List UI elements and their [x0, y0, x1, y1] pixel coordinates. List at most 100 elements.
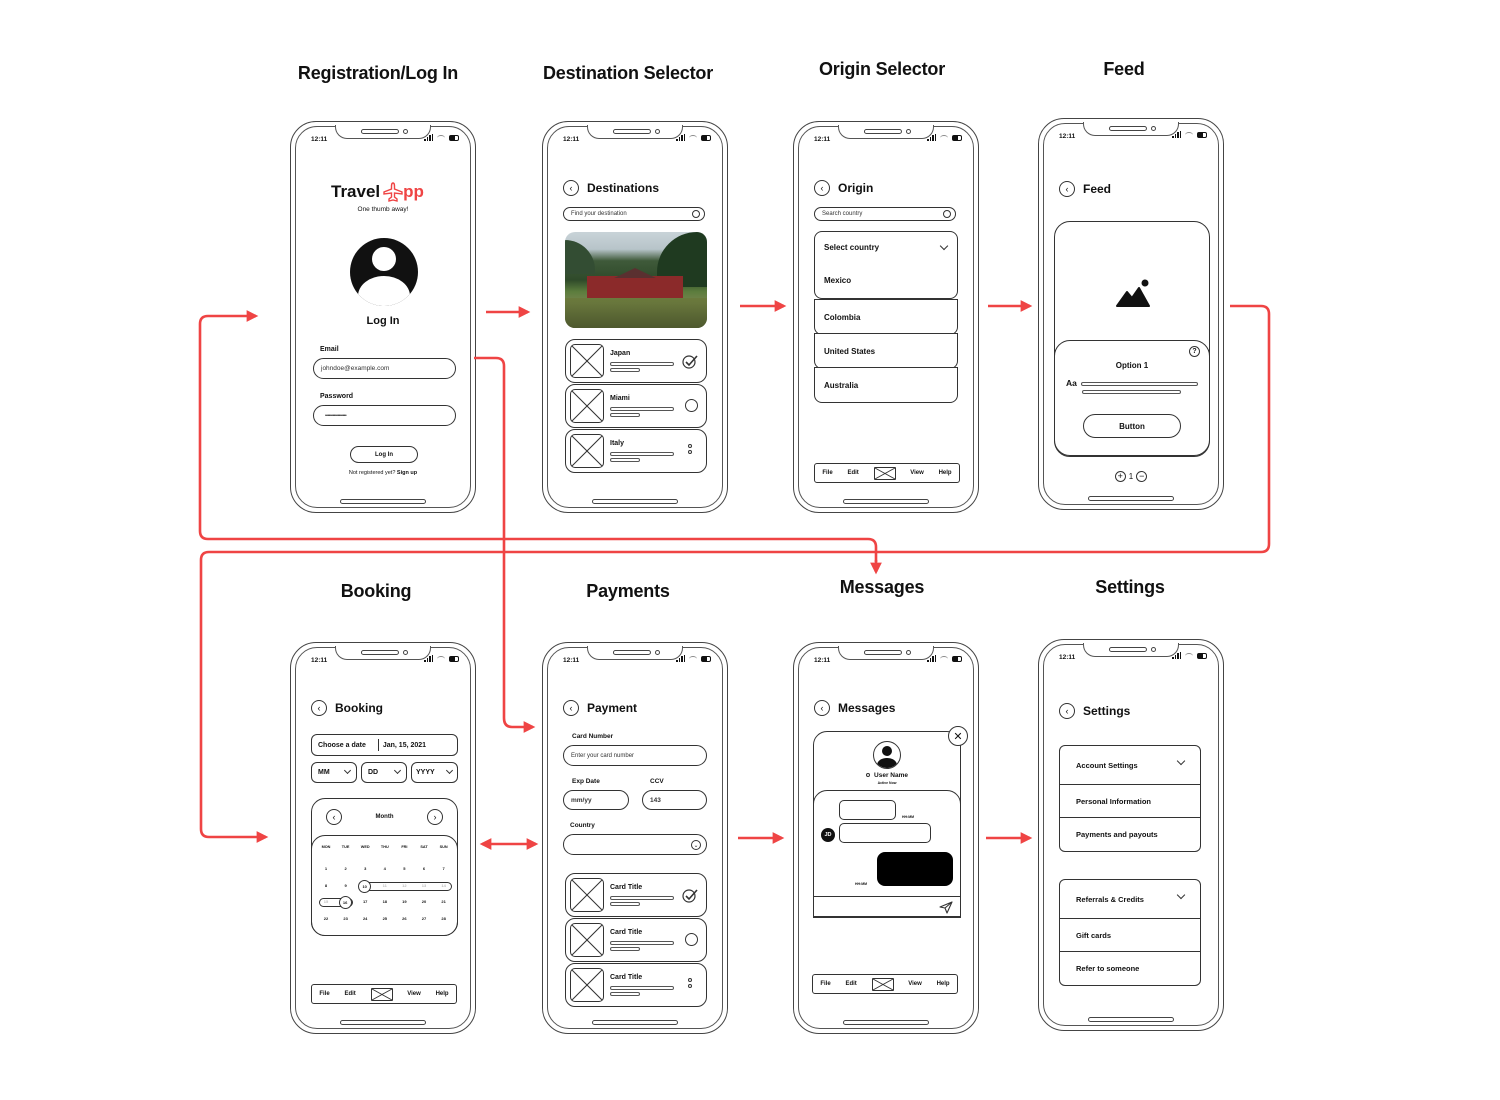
calendar-day[interactable]: 24: [358, 916, 372, 921]
calendar-day[interactable]: 4: [378, 866, 392, 871]
calendar-day[interactable]: 3: [358, 866, 372, 871]
settings-item[interactable]: Payments and payouts: [1060, 818, 1200, 851]
country-select[interactable]: ⌄: [563, 834, 707, 855]
calendar-day[interactable]: 1: [319, 866, 333, 871]
country-option[interactable]: Mexico: [824, 276, 851, 285]
calendar-day[interactable]: 6: [417, 866, 431, 871]
back-button[interactable]: ‹: [311, 700, 327, 716]
month-select[interactable]: MM: [311, 762, 357, 783]
menu-file[interactable]: File: [822, 470, 832, 476]
list-item[interactable]: Card Title: [565, 873, 707, 917]
calendar-day[interactable]: 5: [397, 866, 411, 871]
calendar-day[interactable]: 20: [417, 899, 431, 904]
decrement-icon[interactable]: −: [1136, 471, 1148, 482]
settings-group-header[interactable]: Referrals & Credits: [1060, 880, 1200, 919]
settings-item[interactable]: Personal Information: [1060, 785, 1200, 818]
year-select[interactable]: YYYY: [411, 762, 458, 783]
settings-item[interactable]: Refer to someone: [1060, 952, 1200, 985]
day-select[interactable]: DD: [361, 762, 407, 783]
select-country-dropdown[interactable]: Select country Mexico: [814, 231, 958, 299]
calendar-day[interactable]: 27: [417, 916, 431, 921]
menu-view[interactable]: View: [407, 991, 421, 997]
email-field[interactable]: johndoe@example.com: [313, 358, 456, 379]
country-option[interactable]: Colombia: [814, 299, 958, 335]
search-icon[interactable]: [692, 210, 700, 218]
destination-search-input[interactable]: Find your destination: [563, 207, 705, 221]
list-item[interactable]: Card Title: [565, 918, 707, 962]
back-button[interactable]: ‹: [563, 180, 579, 196]
list-item[interactable]: Italy: [565, 429, 707, 473]
more-options-icon[interactable]: [688, 978, 692, 988]
feed-card-panel: ? Option 1 Aa Button: [1054, 340, 1210, 456]
feed-action-button[interactable]: Button: [1083, 414, 1181, 438]
next-month-button[interactable]: ›: [427, 809, 443, 825]
day-select-value: DD: [368, 769, 379, 776]
calendar-day[interactable]: 21: [437, 899, 451, 904]
radio-icon[interactable]: [685, 399, 698, 412]
calendar-day[interactable]: 11: [378, 883, 392, 888]
calendar-day[interactable]: 18: [378, 899, 392, 904]
back-button[interactable]: ‹: [563, 700, 579, 716]
settings-group-header[interactable]: Account Settings: [1060, 746, 1200, 785]
calendar-day[interactable]: 8: [319, 883, 333, 888]
calendar-day[interactable]: 12: [397, 883, 411, 888]
menu-view[interactable]: View: [910, 470, 924, 476]
calendar-day[interactable]: 17: [358, 899, 372, 904]
menu-help[interactable]: Help: [436, 991, 449, 997]
menu-help[interactable]: Help: [937, 981, 950, 987]
calendar-day[interactable]: 19: [397, 899, 411, 904]
send-icon[interactable]: [939, 901, 953, 914]
calendar-day[interactable]: 7: [437, 866, 451, 871]
radio-icon[interactable]: [685, 933, 698, 946]
list-item[interactable]: Japan: [565, 339, 707, 383]
back-button[interactable]: ‹: [814, 180, 830, 196]
back-button[interactable]: ‹: [814, 700, 830, 716]
settings-item[interactable]: Gift cards: [1060, 919, 1200, 952]
login-button[interactable]: Log In: [350, 446, 418, 463]
checked-icon[interactable]: [682, 888, 698, 908]
menu-edit[interactable]: Edit: [845, 981, 856, 987]
ccv-input[interactable]: 143: [642, 790, 707, 810]
calendar-day[interactable]: 15: [319, 899, 333, 904]
menu-help[interactable]: Help: [939, 470, 952, 476]
more-options-icon[interactable]: [688, 444, 692, 454]
signup-link[interactable]: Sign up: [397, 470, 417, 476]
back-button[interactable]: ‹: [1059, 703, 1075, 719]
calendar-day[interactable]: 2: [339, 866, 353, 871]
menu-file[interactable]: File: [319, 991, 329, 997]
country-search-input[interactable]: Search country: [814, 207, 956, 221]
calendar-day[interactable]: 14: [437, 883, 451, 888]
list-item[interactable]: Card Title: [565, 963, 707, 1007]
menu-file[interactable]: File: [820, 981, 830, 987]
back-button[interactable]: ‹: [1059, 181, 1075, 197]
calendar-day[interactable]: 25: [378, 916, 392, 921]
increment-icon[interactable]: +: [1114, 471, 1126, 482]
menu-edit[interactable]: Edit: [847, 470, 858, 476]
help-icon[interactable]: ?: [1189, 346, 1200, 357]
calendar-day[interactable]: 13: [417, 883, 431, 888]
exp-date-input[interactable]: mm/yy: [563, 790, 629, 810]
calendar-day-selected[interactable]: 16: [338, 896, 352, 909]
calendar-day[interactable]: 23: [339, 916, 353, 921]
calendar-day[interactable]: 9: [339, 883, 353, 888]
list-item[interactable]: Miami: [565, 384, 707, 428]
country-option[interactable]: United States: [814, 333, 958, 369]
checked-icon[interactable]: [682, 354, 698, 374]
menu-edit[interactable]: Edit: [344, 991, 355, 997]
calendar-day[interactable]: 28: [437, 916, 451, 921]
menu-view[interactable]: View: [908, 981, 922, 987]
message-input[interactable]: [813, 896, 961, 919]
country-option[interactable]: Australia: [814, 367, 958, 403]
calendar-day[interactable]: 22: [319, 916, 333, 921]
search-icon[interactable]: [943, 210, 951, 218]
text-line: [610, 413, 640, 417]
password-value: •••••••••••••••••: [325, 412, 347, 419]
close-button[interactable]: ✕: [948, 726, 968, 746]
card-number-input[interactable]: Enter your card number: [563, 745, 707, 766]
password-field[interactable]: •••••••••••••••••: [313, 405, 456, 426]
date-picker-field[interactable]: Choose a date Jan, 15, 2021: [311, 734, 458, 756]
password-label: Password: [320, 393, 354, 400]
calendar-day-selected[interactable]: 10: [358, 879, 372, 893]
calendar-day[interactable]: 26: [397, 916, 411, 921]
image-placeholder-icon: [570, 389, 604, 423]
